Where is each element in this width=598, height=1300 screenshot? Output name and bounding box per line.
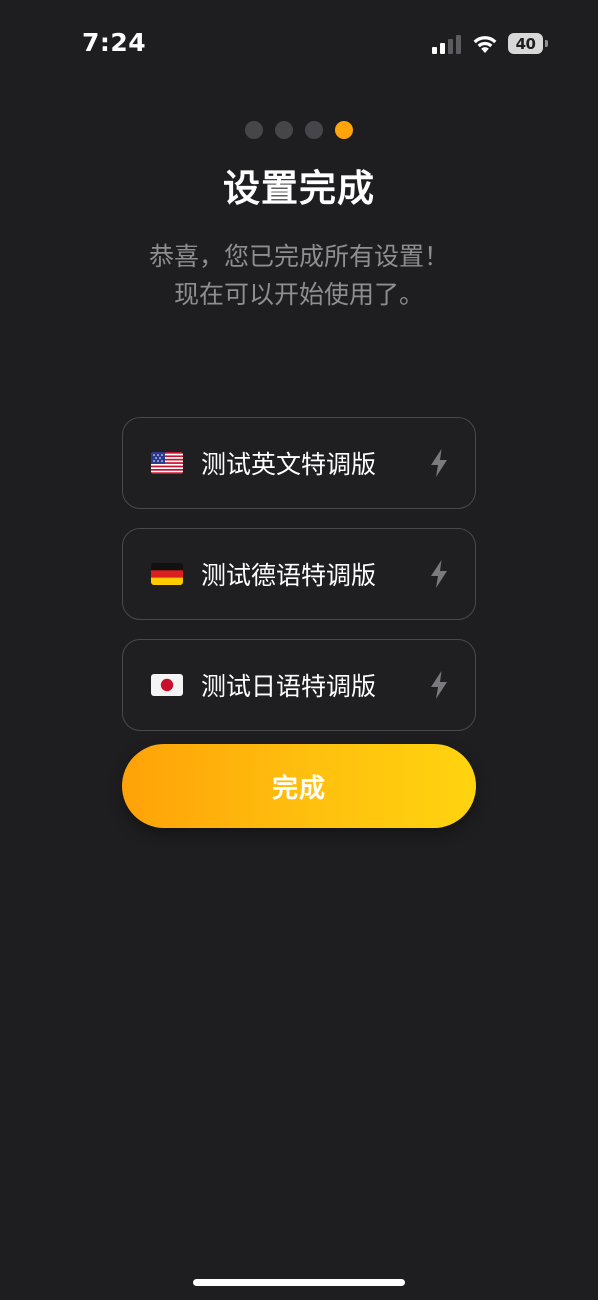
subtitle-line-2: 现在可以开始使用了。 [173, 280, 424, 309]
jp-flag-icon [151, 674, 183, 696]
language-card-japanese[interactable]: 测试日语特调版 [122, 639, 476, 731]
bolt-icon [431, 671, 447, 699]
battery-level: 40 [508, 33, 544, 54]
status-bar: 7:24 40 [0, 0, 598, 90]
subtitle-line-1: 恭喜，您已完成所有设置！ [148, 242, 449, 271]
wifi-icon [473, 35, 497, 53]
de-flag-icon [151, 563, 183, 585]
page-dot-3 [305, 121, 323, 139]
page-indicator [0, 121, 598, 139]
done-button[interactable]: 完成 [122, 744, 476, 828]
home-indicator[interactable] [193, 1279, 405, 1286]
language-card-english[interactable]: 测试英文特调版 [122, 417, 476, 509]
us-flag-icon [151, 452, 183, 474]
language-label: 测试德语特调版 [201, 561, 377, 590]
page-subtitle: 恭喜，您已完成所有设置！ 现在可以开始使用了。 [0, 238, 598, 314]
status-icons: 40 [432, 33, 548, 54]
language-label: 测试日语特调版 [201, 672, 377, 701]
page-title: 设置完成 [223, 167, 375, 210]
bolt-icon [431, 560, 447, 588]
page-dot-4-active [335, 121, 353, 139]
page-dot-1 [245, 121, 263, 139]
language-label: 测试英文特调版 [201, 450, 377, 479]
status-time: 7:24 [82, 28, 147, 57]
language-list: 测试英文特调版 测试德语特调版 测试日语特调版 [122, 417, 476, 750]
signal-icon [432, 34, 461, 54]
page-dot-2 [275, 121, 293, 139]
language-card-german[interactable]: 测试德语特调版 [122, 528, 476, 620]
battery-icon: 40 [508, 33, 548, 54]
bolt-icon [431, 449, 447, 477]
